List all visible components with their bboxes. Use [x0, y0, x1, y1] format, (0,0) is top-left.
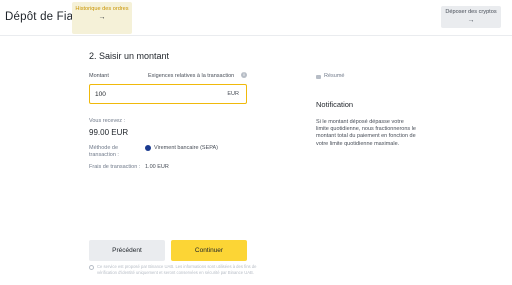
receive-label: Vous recevez :: [89, 118, 126, 124]
summary-icon: [316, 75, 321, 79]
fees-value: 1.00 EUR: [145, 164, 169, 170]
transaction-requirements-link[interactable]: Exigences relatives à la transaction: [148, 73, 234, 79]
order-history-button[interactable]: Historique des ordres →: [72, 2, 132, 34]
previous-button[interactable]: Précédent: [89, 240, 165, 261]
step-title: 2. Saisir un montant: [89, 51, 170, 61]
amount-label: Montant: [89, 73, 109, 79]
top-bar: Dépôt de Fiat Historique des ordres → Dé…: [0, 0, 512, 36]
page-title: Dépôt de Fiat: [5, 11, 77, 23]
fees-label: Frais de transaction :: [89, 164, 141, 170]
shield-icon: [89, 265, 94, 270]
disclaimer-text: Ce service est proposé par Binance UAB. …: [97, 264, 257, 275]
notification-title: Notification: [316, 100, 354, 109]
deposit-crypto-label: Déposer des cryptos: [445, 9, 497, 15]
receive-value: 99.00 EUR: [89, 128, 129, 137]
transaction-method-label: Méthode de transaction :: [89, 145, 119, 158]
sepa-bank-icon: [145, 145, 151, 151]
order-history-label: Historique des ordres: [75, 6, 129, 12]
notification-text: Si le montant déposé dépasse votre limit…: [316, 119, 416, 147]
arrow-right-icon: →: [98, 14, 106, 21]
info-icon[interactable]: i: [241, 72, 247, 78]
arrow-right-icon: →: [467, 17, 475, 24]
summary-label: Résumé: [324, 73, 345, 79]
currency-label: EUR: [227, 91, 239, 97]
amount-field[interactable]: EUR: [89, 84, 247, 104]
transaction-method-value: Virement bancaire (SEPA): [154, 145, 218, 151]
deposit-crypto-button[interactable]: Déposer des cryptos →: [441, 6, 501, 28]
amount-input[interactable]: [95, 88, 215, 100]
continue-button[interactable]: Continuer: [171, 240, 247, 261]
